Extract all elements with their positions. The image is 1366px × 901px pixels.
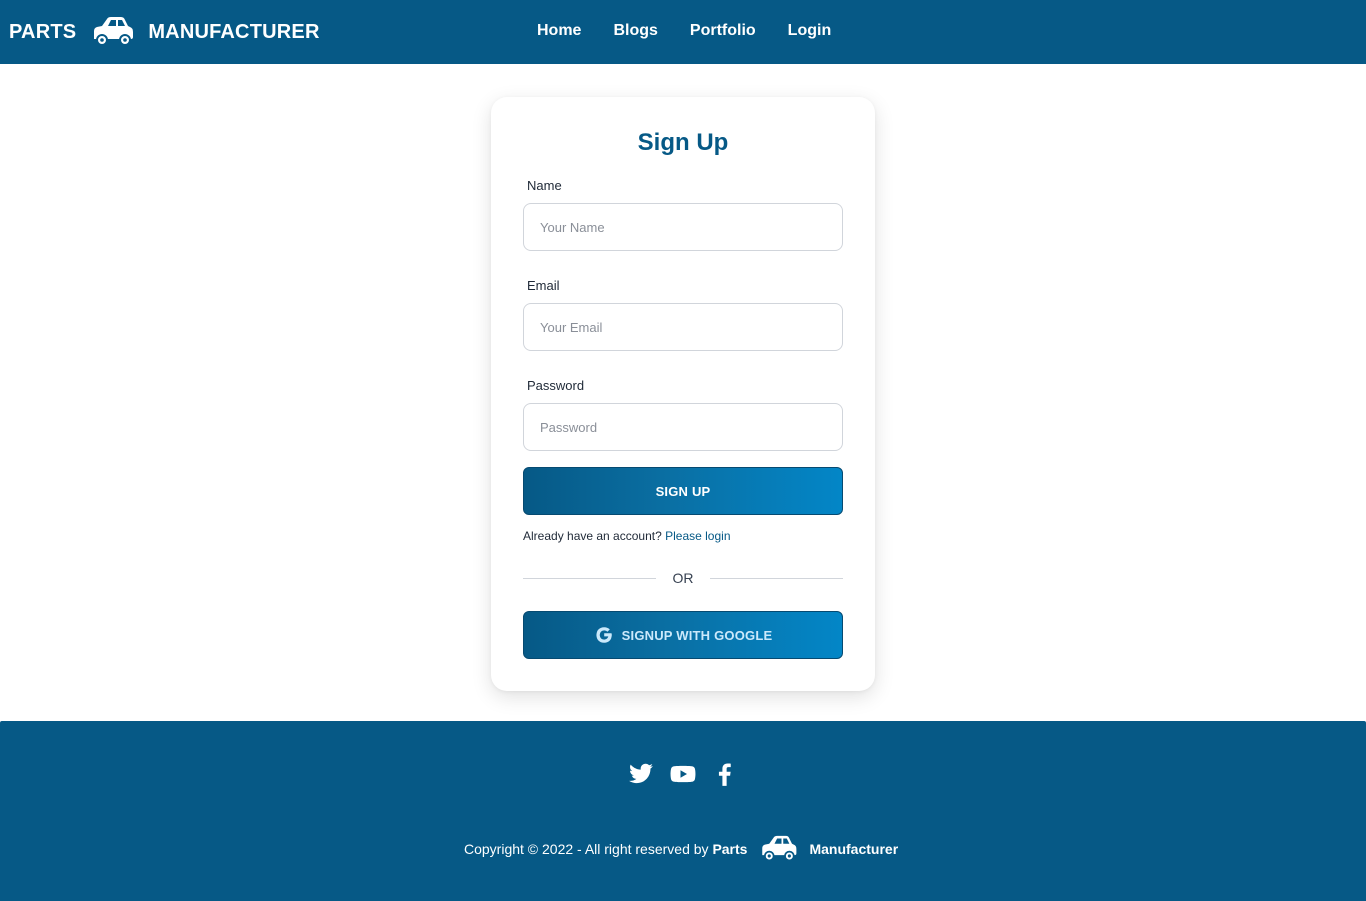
brand-logo[interactable]: PARTS MANUFACTURER bbox=[9, 14, 320, 50]
signup-card: Sign Up Name Email Password SIGN UP Alre… bbox=[491, 97, 875, 691]
car-icon bbox=[94, 17, 134, 46]
nav-portfolio[interactable]: Portfolio bbox=[690, 22, 756, 40]
footer: Copyright © 2022 - All right reserved by… bbox=[0, 721, 1366, 901]
copyright-text: Copyright © 2022 - All right reserved by bbox=[464, 841, 709, 857]
email-label: Email bbox=[527, 278, 560, 293]
google-signup-label: SIGNUP WITH GOOGLE bbox=[621, 627, 773, 643]
login-link[interactable]: Please login bbox=[665, 529, 730, 543]
password-field[interactable] bbox=[523, 403, 843, 451]
youtube-icon[interactable] bbox=[670, 761, 696, 787]
copyright: Copyright © 2022 - All right reserved by… bbox=[464, 829, 898, 869]
page-title: Sign Up bbox=[637, 129, 729, 156]
nav-blogs[interactable]: Blogs bbox=[613, 22, 657, 40]
brand-word-parts: PARTS bbox=[9, 20, 77, 43]
facebook-icon[interactable] bbox=[712, 761, 738, 787]
main-nav: Home Blogs Portfolio Login bbox=[537, 22, 831, 40]
google-signup-button[interactable]: SIGNUP WITH GOOGLE bbox=[523, 611, 843, 659]
email-field[interactable] bbox=[523, 303, 843, 351]
navbar: PARTS MANUFACTURER Home Blogs Portfolio … bbox=[0, 0, 1366, 64]
signup-button[interactable]: SIGN UP bbox=[523, 467, 843, 515]
name-field[interactable] bbox=[523, 203, 843, 251]
nav-home[interactable]: Home bbox=[537, 22, 581, 40]
twitter-icon[interactable] bbox=[628, 761, 654, 787]
login-prompt: Already have an account? Please login bbox=[523, 529, 731, 543]
brand-word-manufacturer: MANUFACTURER bbox=[148, 20, 320, 43]
or-divider: OR bbox=[523, 570, 843, 588]
name-label: Name bbox=[527, 178, 562, 193]
car-icon bbox=[762, 835, 797, 862]
google-icon bbox=[596, 627, 612, 643]
divider-line-right bbox=[710, 578, 843, 579]
footer-brand-manufacturer: Manufacturer bbox=[809, 841, 899, 857]
login-prompt-text: Already have an account? bbox=[523, 529, 662, 543]
nav-login[interactable]: Login bbox=[788, 22, 832, 40]
password-label: Password bbox=[527, 378, 585, 393]
social-links bbox=[0, 761, 1366, 787]
footer-brand-parts: Parts bbox=[712, 841, 748, 857]
